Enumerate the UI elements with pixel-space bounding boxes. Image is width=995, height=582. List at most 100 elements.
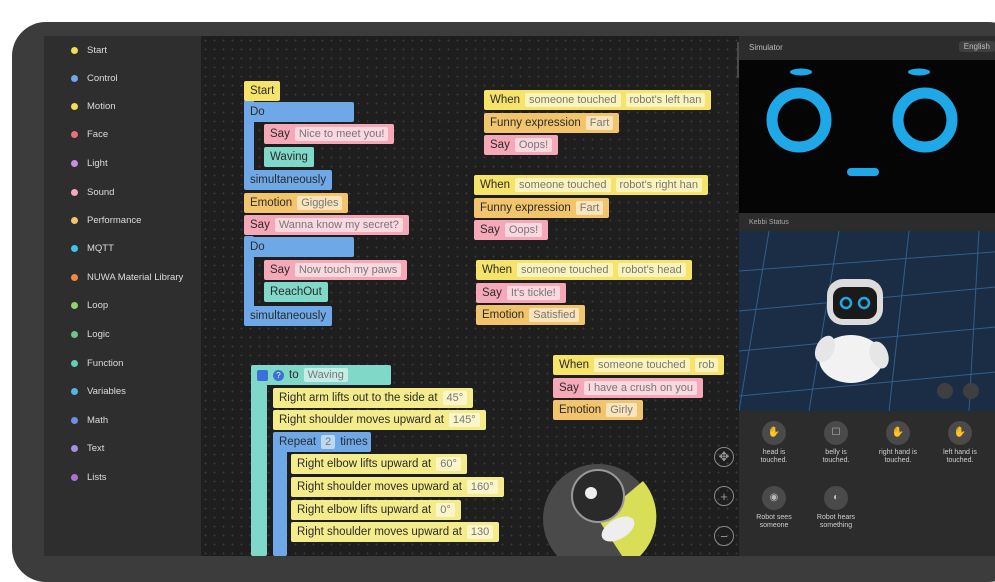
robot-3d-stage[interactable] bbox=[739, 231, 995, 411]
category-nuwa-material-library[interactable]: NUWA Material Library bbox=[44, 266, 201, 288]
recenter-icon[interactable]: ✥ bbox=[714, 447, 734, 467]
language-select[interactable]: English bbox=[958, 41, 995, 52]
action-label: Robot sees someone bbox=[756, 514, 792, 529]
say-text-field[interactable]: Now touch my paws bbox=[294, 263, 402, 277]
category-light[interactable]: Light bbox=[44, 152, 201, 174]
motion-block[interactable]: Right elbow lifts upward at 60° bbox=[291, 454, 467, 474]
emotion-block[interactable]: Emotion Girly bbox=[553, 400, 643, 420]
angle-field[interactable]: 0° bbox=[436, 503, 455, 517]
when-touched-block[interactable]: When someone touched rob bbox=[553, 355, 725, 375]
code-workspace[interactable]: Start Do Say Nice to meet you! Waving sim… bbox=[201, 36, 739, 556]
emotion-dropdown[interactable]: Girly bbox=[606, 403, 637, 417]
motion-block[interactable]: Right elbow lifts upward at 0° bbox=[291, 500, 461, 520]
expression-dropdown[interactable]: Fart bbox=[575, 201, 604, 215]
say-block[interactable]: Say Now touch my paws bbox=[264, 260, 408, 280]
repeat-count-field[interactable]: 2 bbox=[321, 435, 336, 449]
belly-touched-button[interactable]: ☐ belly is touched. bbox=[811, 421, 861, 465]
say-block[interactable]: Say I have a crush on you bbox=[553, 378, 704, 398]
motion-block[interactable]: Right shoulder moves upward at 145° bbox=[273, 410, 486, 430]
say-text-field[interactable]: Oops! bbox=[504, 223, 543, 237]
info-icon[interactable]: ? bbox=[273, 369, 284, 381]
say-block[interactable]: Say Wanna know my secret? bbox=[244, 215, 409, 235]
category-start[interactable]: Start bbox=[44, 39, 201, 61]
category-control[interactable]: Control bbox=[44, 67, 201, 89]
pen-icon[interactable] bbox=[963, 383, 979, 399]
head-touched-button[interactable]: ✋ head is touched. bbox=[749, 421, 799, 465]
when-touched-block[interactable]: When someone touched robot's right han bbox=[474, 175, 709, 195]
trigger-dropdown[interactable]: someone touched bbox=[515, 178, 611, 192]
say-block[interactable]: Say It's tickle! bbox=[476, 283, 566, 303]
trash-robot-graphic[interactable] bbox=[533, 441, 663, 556]
do-block[interactable]: Do bbox=[244, 237, 354, 257]
category-label: Start bbox=[87, 44, 108, 56]
target-dropdown[interactable]: rob bbox=[694, 358, 719, 372]
funny-expression-block[interactable]: Funny expression Fart bbox=[484, 113, 620, 133]
angle-field[interactable]: 160° bbox=[466, 480, 498, 494]
say-block[interactable]: Say Oops! bbox=[484, 135, 559, 155]
angle-field[interactable]: 145° bbox=[448, 413, 480, 427]
category-loop[interactable]: Loop bbox=[44, 294, 201, 316]
zoom-in-icon[interactable]: + bbox=[714, 486, 734, 506]
motion-block[interactable]: Right arm lifts out to the side at 45° bbox=[273, 388, 474, 408]
action-block[interactable]: ReachOut bbox=[264, 282, 328, 302]
category-face[interactable]: Face bbox=[44, 123, 201, 145]
target-dropdown[interactable]: robot's head bbox=[617, 263, 686, 277]
say-text-field[interactable]: Oops! bbox=[514, 138, 553, 152]
reset-view-icon[interactable] bbox=[937, 383, 953, 399]
zoom-out-icon[interactable]: − bbox=[714, 526, 734, 546]
category-text[interactable]: Text bbox=[44, 437, 201, 459]
angle-field[interactable]: 130 bbox=[466, 525, 494, 539]
motion-block[interactable]: Right shoulder moves upward at 160° bbox=[291, 477, 504, 497]
robot-hears-something-button[interactable]: ◐ Robot hears something bbox=[811, 486, 861, 530]
trigger-dropdown[interactable]: someone touched bbox=[517, 263, 613, 277]
say-text-field[interactable]: Wanna know my secret? bbox=[274, 218, 403, 232]
when-touched-block[interactable]: When someone touched robot's head bbox=[476, 260, 692, 280]
settings-icon[interactable] bbox=[257, 369, 268, 381]
function-name-field[interactable]: Waving bbox=[303, 368, 348, 382]
category-label: Motion bbox=[87, 100, 116, 112]
function-definition-block[interactable]: ? to Waving bbox=[251, 365, 391, 385]
eyebrow-right bbox=[908, 68, 930, 76]
action-block[interactable]: Waving bbox=[264, 147, 314, 167]
say-text-field[interactable]: It's tickle! bbox=[506, 286, 560, 300]
category-variables[interactable]: Variables bbox=[44, 380, 201, 402]
emotion-block[interactable]: Emotion Satisfied bbox=[476, 305, 586, 325]
say-block[interactable]: Say Nice to meet you! bbox=[264, 124, 395, 144]
block-label: Waving bbox=[270, 151, 308, 163]
block-label: When bbox=[559, 359, 590, 371]
expression-dropdown[interactable]: Fart bbox=[585, 116, 614, 130]
category-performance[interactable]: Performance bbox=[44, 209, 201, 231]
category-motion[interactable]: Motion bbox=[44, 95, 201, 117]
category-label: Sound bbox=[87, 186, 115, 198]
target-dropdown[interactable]: robot's right han bbox=[615, 178, 703, 192]
category-math[interactable]: Math bbox=[44, 409, 201, 431]
category-logic[interactable]: Logic bbox=[44, 323, 201, 345]
say-block[interactable]: Say Oops! bbox=[474, 220, 549, 240]
target-dropdown[interactable]: robot's left han bbox=[625, 93, 706, 107]
trigger-dropdown[interactable]: someone touched bbox=[525, 93, 621, 107]
emotion-dropdown[interactable]: Satisfied bbox=[529, 308, 580, 322]
right-hand-touched-button[interactable]: ✋ right hand is touched. bbox=[873, 421, 923, 465]
trigger-dropdown[interactable]: someone touched bbox=[594, 358, 690, 372]
say-text-field[interactable]: Nice to meet you! bbox=[294, 127, 389, 141]
start-block[interactable]: Start bbox=[244, 81, 281, 101]
angle-field[interactable]: 60° bbox=[436, 457, 461, 471]
motion-block[interactable]: Right shoulder moves upward at 130 bbox=[291, 522, 500, 542]
funny-expression-block[interactable]: Funny expression Fart bbox=[474, 198, 610, 218]
simultaneously-block[interactable]: simultaneously bbox=[244, 306, 333, 326]
angle-field[interactable]: 45° bbox=[442, 391, 468, 405]
simultaneously-block[interactable]: simultaneously bbox=[244, 170, 333, 190]
action-label: right hand is touched. bbox=[878, 449, 918, 464]
emotion-block[interactable]: Emotion Giggles bbox=[244, 193, 349, 213]
category-mqtt[interactable]: MQTT bbox=[44, 237, 201, 259]
do-block[interactable]: Do bbox=[244, 102, 354, 122]
repeat-block[interactable]: Repeat 2 times bbox=[273, 432, 371, 452]
category-lists[interactable]: Lists bbox=[44, 466, 201, 488]
say-text-field[interactable]: I have a crush on you bbox=[583, 381, 698, 395]
category-function[interactable]: Function bbox=[44, 352, 201, 374]
robot-sees-someone-button[interactable]: ◉ Robot sees someone bbox=[749, 486, 799, 530]
category-sound[interactable]: Sound bbox=[44, 181, 201, 203]
left-hand-touched-button[interactable]: ✋ left hand is touched. bbox=[935, 421, 985, 465]
when-touched-block[interactable]: When someone touched robot's left han bbox=[484, 90, 712, 110]
emotion-dropdown[interactable]: Giggles bbox=[297, 196, 343, 210]
